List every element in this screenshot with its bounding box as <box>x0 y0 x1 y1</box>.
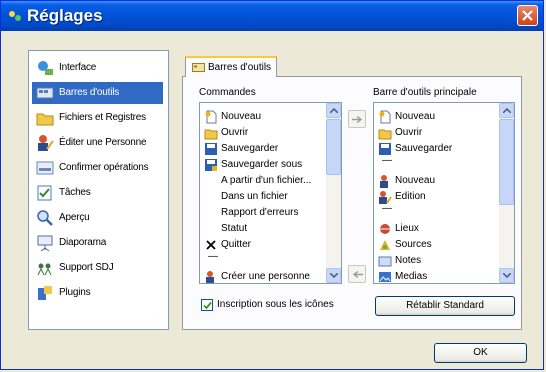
main-toolbar-list[interactable]: Nouveau Ouvrir Sauvegarder — Nouveau Edi… <box>373 102 515 284</box>
nav-item-tasks[interactable]: Tâches <box>32 182 163 204</box>
scroll-thumb[interactable] <box>499 119 514 205</box>
checkmark-icon <box>203 301 212 310</box>
close-icon <box>522 10 533 21</box>
open-icon <box>204 129 218 140</box>
sources-icon <box>380 240 390 250</box>
preview-icon <box>37 210 53 226</box>
nav-item-edit-person[interactable]: Éditer une Personne <box>32 132 163 154</box>
interface-icon <box>38 61 53 75</box>
chevron-down-icon <box>503 273 511 278</box>
nav-item-preview[interactable]: Aperçu <box>32 207 163 229</box>
open-icon <box>378 129 392 140</box>
save-icon <box>205 143 217 155</box>
nav-item-slideshow[interactable]: Diaporama <box>32 232 163 254</box>
chevron-down-icon <box>330 273 338 278</box>
places-icon <box>380 224 390 234</box>
checkbox-box[interactable] <box>201 299 213 311</box>
checkbox-label: Inscription sous les icônes <box>217 299 334 310</box>
plugins-icon <box>38 286 52 300</box>
arrow-right-icon <box>352 116 363 123</box>
edit-person-icon <box>38 135 54 151</box>
notes-icon <box>378 256 392 267</box>
add-to-toolbar-button[interactable] <box>348 110 366 128</box>
slideshow-icon <box>37 235 53 252</box>
main-toolbar-scrollbar[interactable] <box>499 103 514 283</box>
ok-button[interactable]: OK <box>434 343 527 363</box>
nav-item-toolbars[interactable]: Barres d'outils <box>32 82 163 104</box>
quit-icon <box>206 240 216 250</box>
tasks-icon <box>37 185 52 201</box>
scroll-thumb[interactable] <box>326 119 341 175</box>
nav-item-plugins[interactable]: Plugins <box>32 282 163 304</box>
support-icon <box>37 263 52 276</box>
nav-item-files[interactable]: Fichiers et Registres <box>32 107 163 129</box>
scroll-down-button[interactable] <box>326 268 341 283</box>
confirm-icon <box>36 161 54 175</box>
commands-list[interactable]: Nouveau Ouvrir Sauvegarder Sauvegarder s… <box>199 102 342 284</box>
tab-toolbars[interactable]: Barres d'outils <box>185 56 277 77</box>
main-toolbar-label: Barre d'outils principale <box>373 87 477 98</box>
title-bar[interactable]: Réglages <box>1 1 543 31</box>
toolbar-icon <box>36 87 54 99</box>
window-title: Réglages <box>27 6 103 25</box>
commands-scrollbar[interactable] <box>326 103 341 283</box>
arrow-left-icon <box>352 271 363 278</box>
person-new-icon <box>380 175 388 188</box>
save-as-icon <box>205 159 217 171</box>
remove-from-toolbar-button[interactable] <box>348 265 366 283</box>
commands-label: Commandes <box>199 87 256 98</box>
settings-window: Réglages Interface Barres d'outils Fichi… <box>0 0 544 370</box>
nav-item-interface[interactable]: Interface <box>32 57 163 79</box>
new-icon <box>379 110 391 124</box>
person-icon <box>206 271 214 283</box>
nav-item-confirm[interactable]: Confirmer opérations <box>32 157 163 179</box>
nav-item-support[interactable]: Support SDJ <box>32 257 163 279</box>
settings-nav: Interface Barres d'outils Fichiers et Re… <box>28 50 169 330</box>
chevron-up-icon <box>503 108 511 113</box>
scroll-down-button[interactable] <box>499 268 514 283</box>
chevron-up-icon <box>330 108 338 113</box>
new-icon <box>205 110 217 124</box>
scroll-up-button[interactable] <box>499 103 514 118</box>
folder-icon <box>36 113 54 126</box>
toolbar-icon <box>192 63 205 72</box>
close-button[interactable] <box>517 5 538 26</box>
scroll-up-button[interactable] <box>326 103 341 118</box>
person-edit-icon <box>379 191 392 204</box>
restore-standard-button[interactable]: Rétablir Standard <box>375 296 515 316</box>
save-icon <box>379 143 391 155</box>
media-icon <box>379 272 391 282</box>
app-icon <box>9 11 21 21</box>
